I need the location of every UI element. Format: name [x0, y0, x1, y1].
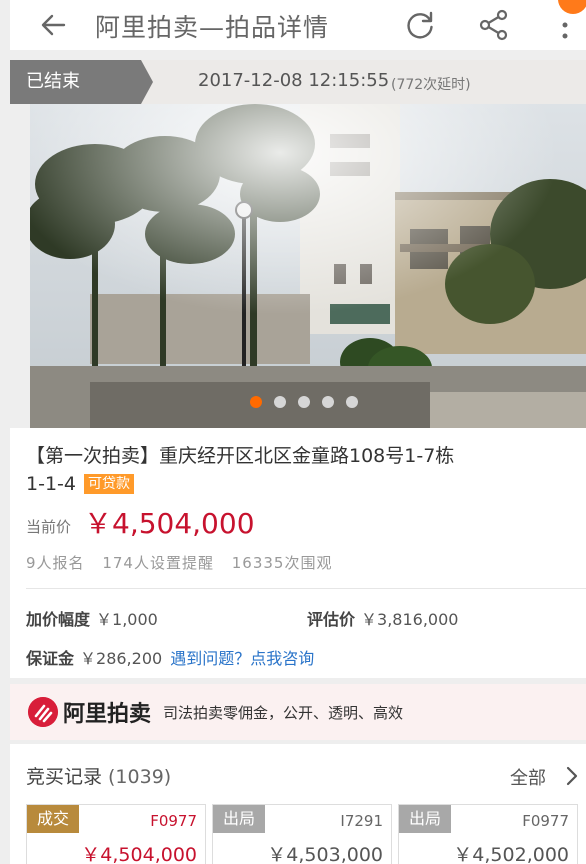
bid-amount: ￥4,502,000: [453, 844, 569, 864]
increment-row: 加价幅度 ￥1,000: [26, 606, 158, 630]
bid-records-title: 竞买记录 (1039): [26, 762, 171, 789]
appraisal-value: ￥3,816,000: [361, 610, 459, 629]
more-icon[interactable]: [555, 12, 575, 42]
appraisal-row: 评估价 ￥3,816,000: [307, 606, 458, 630]
refresh-icon[interactable]: [403, 8, 437, 42]
brand-slogan: 司法拍卖零佣金，公开、透明、高效: [163, 704, 404, 722]
lot-title-block: 【第一次拍卖】重庆经开区北区金童路108号1-7栋1-1-4 可贷款: [26, 442, 466, 498]
lot-info-panel: 【第一次拍卖】重庆经开区北区金童路108号1-7栋1-1-4 可贷款 当前价 ￥…: [10, 428, 586, 678]
signup-count: 9人报名: [26, 554, 85, 572]
carousel-dot-5[interactable]: [346, 396, 358, 408]
divider: [26, 588, 586, 589]
chevron-right-icon[interactable]: [565, 765, 579, 787]
page-title: 阿里拍卖—拍品详情: [95, 13, 330, 42]
carousel-dot-3[interactable]: [298, 396, 310, 408]
auction-stats: 9人报名 174人设置提醒 16335次围观: [26, 552, 344, 573]
share-icon[interactable]: [477, 8, 511, 42]
brand-name: 阿里拍卖: [63, 702, 152, 727]
delay-count: (772次延时): [391, 77, 471, 93]
bid-record-card[interactable]: 成交 F0977 ￥4,504,000: [26, 804, 206, 864]
bid-records-section: 竞买记录 (1039) 全部 成交 F0977 ￥4,504,000 出局 I72…: [10, 744, 586, 864]
top-nav-bar: 阿里拍卖—拍品详情: [10, 0, 586, 50]
back-arrow-icon[interactable]: [38, 9, 70, 41]
carousel-dot-1[interactable]: [250, 396, 262, 408]
bid-record-card[interactable]: 出局 I7291 ￥4,503,000: [212, 804, 392, 864]
bid-amount: ￥4,504,000: [81, 844, 197, 864]
bidder-code: I7291: [340, 812, 383, 830]
carousel-dot-4[interactable]: [322, 396, 334, 408]
bid-record-card[interactable]: 出局 F0977 ￥4,502,000: [398, 804, 578, 864]
ali-auction-logo-icon: [28, 697, 58, 727]
bid-status-badge: 出局: [399, 805, 451, 833]
increment-label: 加价幅度: [26, 610, 91, 629]
ended-badge: 已结束: [10, 60, 153, 104]
brand-strip: 阿里拍卖 司法拍卖零佣金，公开、透明、高效: [10, 684, 586, 740]
loan-badge: 可贷款: [84, 474, 135, 494]
end-time: 2017-12-08 12:15:55: [198, 70, 390, 91]
auction-detail-page: 阿里拍卖—拍品详情 已结束 2017-12-08 12:15:55 (772次延…: [0, 0, 586, 864]
view-count: 16335次围观: [231, 554, 333, 572]
bid-records-label: 竞买记录: [26, 766, 103, 788]
view-all-records-link[interactable]: 全部: [510, 764, 546, 790]
deposit-label: 保证金: [26, 649, 75, 668]
carousel-indicator: [250, 396, 358, 408]
increment-value: ￥1,000: [96, 610, 158, 629]
carousel-dot-2[interactable]: [274, 396, 286, 408]
appraisal-label: 评估价: [307, 610, 356, 629]
current-price-value: ￥4,504,000: [84, 507, 255, 540]
bidder-code: F0977: [150, 812, 197, 830]
building-photo: [30, 104, 586, 428]
consult-link[interactable]: 遇到问题？点我咨询: [170, 649, 314, 668]
bid-amount: ￥4,503,000: [267, 844, 383, 864]
reminder-count: 174人设置提醒: [102, 554, 214, 572]
deposit-row: 保证金 ￥286,200 遇到问题？点我咨询: [26, 645, 314, 669]
bidder-code: F0977: [522, 812, 569, 830]
current-price-label: 当前价: [26, 518, 72, 536]
bid-status-badge: 出局: [213, 805, 265, 833]
bid-status-badge: 成交: [27, 805, 79, 833]
auction-status-bar: 已结束 2017-12-08 12:15:55 (772次延时): [10, 60, 586, 104]
deposit-value: ￥286,200: [80, 649, 163, 668]
lot-photo-carousel[interactable]: [30, 104, 586, 428]
bid-records-count: (1039): [108, 766, 172, 788]
